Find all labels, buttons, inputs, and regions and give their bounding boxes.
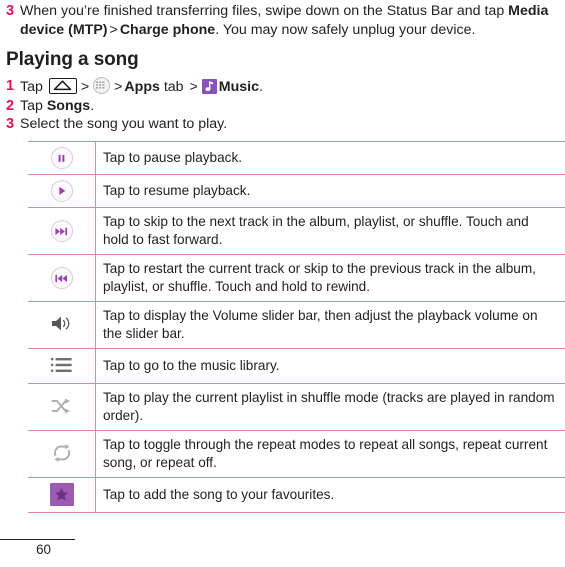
step-3-text: Select the song you want to play. — [20, 116, 228, 133]
favourite-star-icon[interactable] — [49, 483, 74, 506]
step-1: 1 Tap > > Apps tab > Music. — [0, 77, 565, 97]
manual-page: 3 When you’re finished transferring file… — [0, 0, 565, 567]
next-track-icon[interactable] — [50, 220, 73, 242]
step-2-bold-songs: Songs — [46, 97, 91, 114]
step-2-prefix: Tap — [20, 97, 47, 114]
step-number: 3 — [6, 3, 15, 19]
icon-cell — [28, 254, 96, 302]
row-description: Tap to play the current playlist in shuf… — [103, 390, 555, 423]
step-1-prefix: Tap — [20, 79, 47, 96]
step-1-mid: tab — [159, 79, 188, 96]
icon-cell — [28, 174, 96, 208]
step-2-text: Tap Songs. — [20, 97, 565, 116]
step-1-text: Tap > > Apps tab > Music. — [20, 77, 565, 97]
separator-gt-3: > — [189, 79, 198, 96]
page-number: 60 — [36, 542, 51, 557]
table-row: Tap to toggle through the repeat modes t… — [28, 430, 565, 478]
separator-gt: > — [109, 21, 118, 38]
play-icon[interactable] — [50, 180, 73, 202]
row-description: Tap to pause playback. — [103, 149, 243, 165]
pause-icon[interactable] — [50, 147, 73, 169]
row-description: Tap to toggle through the repeat modes t… — [103, 437, 548, 470]
step-1-bold-apps: Apps — [124, 79, 160, 96]
row-description: Tap to display the Volume slider bar, th… — [103, 308, 538, 341]
table-row: Tap to skip to the next track in the alb… — [28, 207, 565, 255]
icon-cell — [28, 348, 96, 384]
icon-cell — [28, 301, 96, 349]
table-row: Tap to add the song to your favourites. — [28, 477, 565, 513]
intro-step: 3 When you’re finished transferring file… — [0, 0, 565, 39]
table-row: Tap to play the current playlist in shuf… — [28, 383, 565, 431]
repeat-icon[interactable] — [50, 442, 74, 464]
intro-bold-charge-phone: Charge phone — [119, 21, 216, 38]
icon-cell — [28, 477, 96, 513]
section-heading: Playing a song — [6, 49, 139, 71]
step-2: 2 Tap Songs. — [0, 97, 565, 116]
table-row: Tap to pause playback. — [28, 141, 565, 175]
row-description: Tap to add the song to your favourites. — [103, 486, 335, 502]
separator-gt-1: > — [80, 79, 90, 96]
library-list-icon[interactable] — [50, 354, 74, 376]
step-3-number: 3 — [6, 116, 15, 133]
icon-cell — [28, 207, 96, 255]
step-1-bold-music: Music — [218, 79, 260, 96]
step-text: When you’re finished transferring files,… — [20, 2, 565, 39]
table-row: Tap to go to the music library. — [28, 348, 565, 384]
row-description: Tap to resume playback. — [103, 182, 251, 198]
steps-list: 1 Tap > > Apps tab > Music. 2 Tap Songs. 3 … — [0, 77, 565, 134]
step-1-suffix: . — [259, 79, 263, 96]
previous-track-icon[interactable] — [50, 267, 73, 289]
shuffle-icon[interactable] — [50, 395, 74, 417]
step-2-number: 2 — [6, 97, 15, 114]
step-1-number: 1 — [6, 78, 15, 95]
separator-gt-2: > — [114, 79, 123, 96]
intro-text-part2: . You may now safely unplug your device. — [215, 21, 476, 38]
music-app-icon — [201, 79, 217, 95]
table-row: Tap to restart the current track or skip… — [28, 254, 565, 302]
apps-grid-icon — [93, 77, 111, 95]
row-description: Tap to go to the music library. — [103, 357, 280, 373]
row-description: Tap to skip to the next track in the alb… — [103, 214, 529, 247]
step-2-suffix: . — [90, 97, 95, 114]
row-description: Tap to restart the current track or skip… — [103, 261, 536, 294]
table-row: Tap to resume playback. — [28, 174, 565, 208]
step-3: 3 Select the song you want to play. — [0, 115, 565, 134]
icon-cell — [28, 141, 96, 175]
volume-icon[interactable] — [50, 313, 74, 335]
icon-cell — [28, 383, 96, 431]
music-controls-table: Tap to pause playback. Tap to resume pla… — [28, 141, 565, 513]
icon-cell — [28, 430, 96, 478]
intro-text-part1: When you’re finished transferring files,… — [20, 3, 509, 19]
table-row: Tap to display the Volume slider bar, th… — [28, 301, 565, 349]
page-footer: 60 — [0, 539, 75, 559]
home-key-icon — [48, 78, 77, 95]
